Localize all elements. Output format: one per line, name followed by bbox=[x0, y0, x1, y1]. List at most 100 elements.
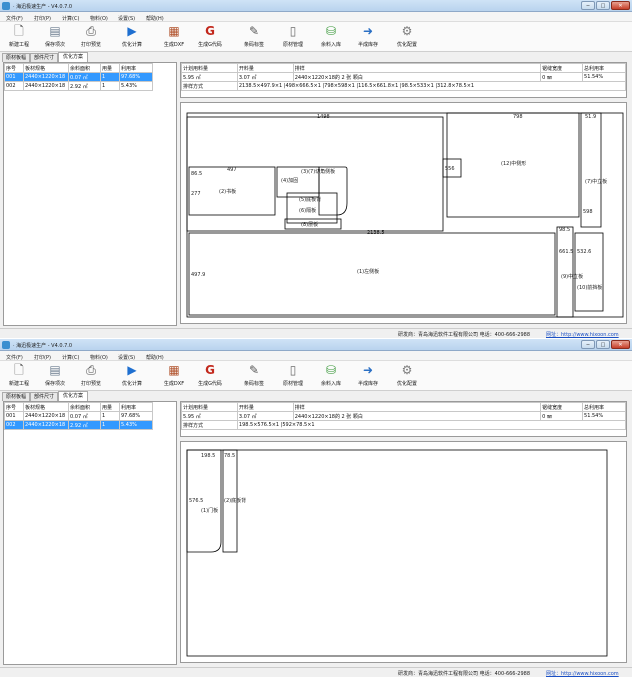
material-manage-button[interactable]: ▯ 原材管理 bbox=[278, 362, 308, 390]
generate-dxf-button[interactable]: ▦ 生成DXF bbox=[159, 23, 189, 51]
barcode-label-button[interactable]: ✎ 条码标签 bbox=[239, 362, 269, 390]
menu-settings[interactable]: 设置(S) bbox=[118, 354, 135, 361]
tab-strip: 原材板幅 部件尺寸 优化方案 bbox=[0, 391, 180, 401]
layout-label: (5)底板背 bbox=[299, 196, 321, 203]
save-button[interactable]: ▤ 保存项次 bbox=[40, 23, 70, 51]
print-preview-button[interactable]: ⎙ 打印预览 bbox=[76, 23, 106, 51]
menu-print[interactable]: 打印(P) bbox=[34, 15, 51, 22]
generate-gcode-button[interactable]: G 生成G代码 bbox=[195, 362, 225, 390]
material-manage-button[interactable]: ▯ 原材管理 bbox=[278, 23, 308, 51]
print-preview-button[interactable]: ⎙ 打印预览 bbox=[76, 362, 106, 390]
plate-table: 序号 板材规格 余料面积 用量 利用率 001 2440×1220×18 0.07 … bbox=[4, 63, 153, 91]
vendor-info: 研发商：青岛海迅软件工程有限公司 电话：400-666-2988 bbox=[398, 332, 531, 338]
layout-label: 198.5 bbox=[201, 453, 215, 459]
menu-material[interactable]: 物料(O) bbox=[90, 354, 108, 361]
col-header[interactable]: 板材规格 bbox=[23, 402, 69, 412]
remnant-stock-button[interactable]: ⛁ 余料入库 bbox=[316, 23, 346, 51]
menu-print[interactable]: 打印(P) bbox=[34, 354, 51, 361]
website-link[interactable]: 网址：http://www.hixoon.com bbox=[546, 670, 619, 677]
window-title: · 海迅极速生产 - V4.0.7.0 bbox=[13, 343, 73, 349]
layout-method-value: 198.5×576.5×1 |592×78.5×1 bbox=[236, 420, 627, 430]
table-row[interactable]: 001 2440×1220×18 0.07 ㎡ 1 97.68% bbox=[4, 72, 153, 82]
barcode-label-button[interactable]: ✎ 条码标签 bbox=[239, 23, 269, 51]
tab-optimization[interactable]: 优化方案 bbox=[58, 391, 88, 401]
close-button[interactable]: ✕ bbox=[611, 340, 630, 349]
col-header[interactable]: 用量 bbox=[100, 402, 120, 412]
gcode-icon: G bbox=[205, 363, 215, 377]
col-header[interactable]: 余料面积 bbox=[68, 63, 101, 73]
menu-settings[interactable]: 设置(S) bbox=[118, 15, 135, 22]
layout-label: 277 bbox=[191, 191, 201, 197]
layout-label: 576.5 bbox=[189, 498, 203, 504]
remnant-stock-button[interactable]: ⛁ 余料入库 bbox=[316, 362, 346, 390]
layout-label: (8)层板 bbox=[301, 221, 318, 228]
vendor-info: 研发商：青岛海迅软件工程有限公司 电话：400-666-2988 bbox=[398, 671, 531, 677]
dxf-icon: ▦ bbox=[168, 24, 180, 38]
layout-label: (7)中立板 bbox=[585, 178, 607, 185]
layout-label: 78.5 bbox=[224, 453, 235, 459]
menu-help[interactable]: 帮助(H) bbox=[146, 15, 164, 22]
col-header[interactable]: 利用率 bbox=[119, 63, 153, 73]
layout-method-value: 2138.5×497.9×1 |498×666.5×1 |798×598×1 |… bbox=[236, 81, 627, 91]
tab-part-sizes[interactable]: 部件尺寸 bbox=[30, 392, 58, 401]
col-header[interactable]: 余料面积 bbox=[68, 402, 101, 412]
cutting-layout-canvas[interactable]: 1498 798 51.9 556 (12)中侧形 (7)中立板 (2)书板 (… bbox=[180, 102, 627, 324]
tab-optimization[interactable]: 优化方案 bbox=[58, 52, 88, 62]
optimize-config-button[interactable]: ⚙ 优化配置 bbox=[392, 23, 422, 51]
menu-help[interactable]: 帮助(H) bbox=[146, 354, 164, 361]
basket-icon: ⛁ bbox=[325, 24, 337, 38]
website-link[interactable]: 网址：http://www.hixoon.com bbox=[546, 331, 619, 338]
tab-raw-plates[interactable]: 原材板幅 bbox=[2, 53, 30, 62]
toolbar: 🗋 新建工程 ▤ 保存项次 ⎙ 打印预览 ▶ 优化计算 ▦ 生成DXF G 生成G代码 ✎ 条… bbox=[0, 361, 632, 391]
menu-compute[interactable]: 计算(C) bbox=[62, 15, 79, 22]
menu-file[interactable]: 文件(F) bbox=[6, 354, 23, 361]
menu-bar: 文件(F) 打印(P) 计算(C) 物料(O) 设置(S) 帮助(H) bbox=[0, 351, 632, 361]
basket-icon: ⛁ bbox=[325, 363, 337, 377]
col-header[interactable]: 利用率 bbox=[119, 402, 153, 412]
layout-label: (2)书板 bbox=[219, 188, 236, 195]
generate-gcode-button[interactable]: G 生成G代码 bbox=[195, 23, 225, 51]
cutting-layout-canvas[interactable]: 198.5 78.5 576.5 (1)门板 (2)底板背 bbox=[180, 441, 627, 663]
table-row[interactable]: 002 2440×1220×18 2.92 ㎡ 1 5.43% bbox=[4, 81, 153, 91]
tab-raw-plates[interactable]: 原材板幅 bbox=[2, 392, 30, 401]
gcode-icon: G bbox=[205, 24, 215, 38]
app-window-bottom: · 海迅极速生产 - V4.0.7.0 ─ □ ✕ 文件(F) 打印(P) 计算… bbox=[0, 339, 632, 677]
generate-dxf-button[interactable]: ▦ 生成DXF bbox=[159, 362, 189, 390]
menu-file[interactable]: 文件(F) bbox=[6, 15, 23, 22]
new-project-button[interactable]: 🗋 新建工程 bbox=[4, 23, 34, 51]
table-row[interactable]: 001 2440×1220×18 0.07 ㎡ 1 97.68% bbox=[4, 411, 153, 421]
cutting-layout-drawing: 1498 798 51.9 556 (12)中侧形 (7)中立板 (2)书板 (… bbox=[186, 112, 624, 318]
layout-label: 497.9 bbox=[191, 272, 205, 278]
new-project-icon: 🗋 bbox=[14, 363, 24, 377]
optimize-config-button[interactable]: ⚙ 优化配置 bbox=[392, 362, 422, 390]
optimize-button[interactable]: ▶ 优化计算 bbox=[117, 362, 147, 390]
semi-stock-button[interactable]: ➜ 半成库存 bbox=[353, 23, 383, 51]
close-button[interactable]: ✕ bbox=[611, 1, 630, 10]
col-header[interactable]: 序号 bbox=[4, 63, 24, 73]
print-preview-icon: ⎙ bbox=[86, 363, 96, 377]
maximize-button[interactable]: □ bbox=[596, 1, 610, 10]
barcode-label-icon: ✎ bbox=[248, 363, 260, 377]
toolbar: 🗋 新建工程 ▤ 保存项次 ⎙ 打印预览 ▶ 优化计算 ▦ 生成DXF G 生成G代码 ✎ 条… bbox=[0, 22, 632, 52]
col-header[interactable]: 用量 bbox=[100, 63, 120, 73]
tab-part-sizes[interactable]: 部件尺寸 bbox=[30, 53, 58, 62]
optimize-button[interactable]: ▶ 优化计算 bbox=[117, 23, 147, 51]
minimize-button[interactable]: ─ bbox=[581, 340, 595, 349]
new-project-button[interactable]: 🗋 新建工程 bbox=[4, 362, 34, 390]
maximize-button[interactable]: □ bbox=[596, 340, 610, 349]
save-button[interactable]: ▤ 保存项次 bbox=[40, 362, 70, 390]
col-header[interactable]: 序号 bbox=[4, 402, 24, 412]
layout-label: 798 bbox=[513, 114, 523, 120]
menu-bar: 文件(F) 打印(P) 计算(C) 物料(O) 设置(S) 帮助(H) bbox=[0, 12, 632, 22]
material-icon: ▯ bbox=[289, 363, 297, 377]
table-row[interactable]: 002 2440×1220×18 2.92 ㎡ 1 5.43% bbox=[4, 420, 153, 430]
layout-label: 98.5 bbox=[559, 227, 570, 233]
semi-stock-button[interactable]: ➜ 半成库存 bbox=[353, 362, 383, 390]
play-icon: ▶ bbox=[127, 363, 137, 377]
layout-label: (3)(7)切角侧板 bbox=[301, 168, 335, 175]
minimize-button[interactable]: ─ bbox=[581, 1, 595, 10]
menu-material[interactable]: 物料(O) bbox=[90, 15, 108, 22]
plan-detail-table: 计划用料量 开料量 排样 锯缝宽度 总利用率 5.95 ㎡ 3.07 ㎡ 244… bbox=[181, 402, 627, 430]
col-header[interactable]: 板材规格 bbox=[23, 63, 69, 73]
menu-compute[interactable]: 计算(C) bbox=[62, 354, 79, 361]
